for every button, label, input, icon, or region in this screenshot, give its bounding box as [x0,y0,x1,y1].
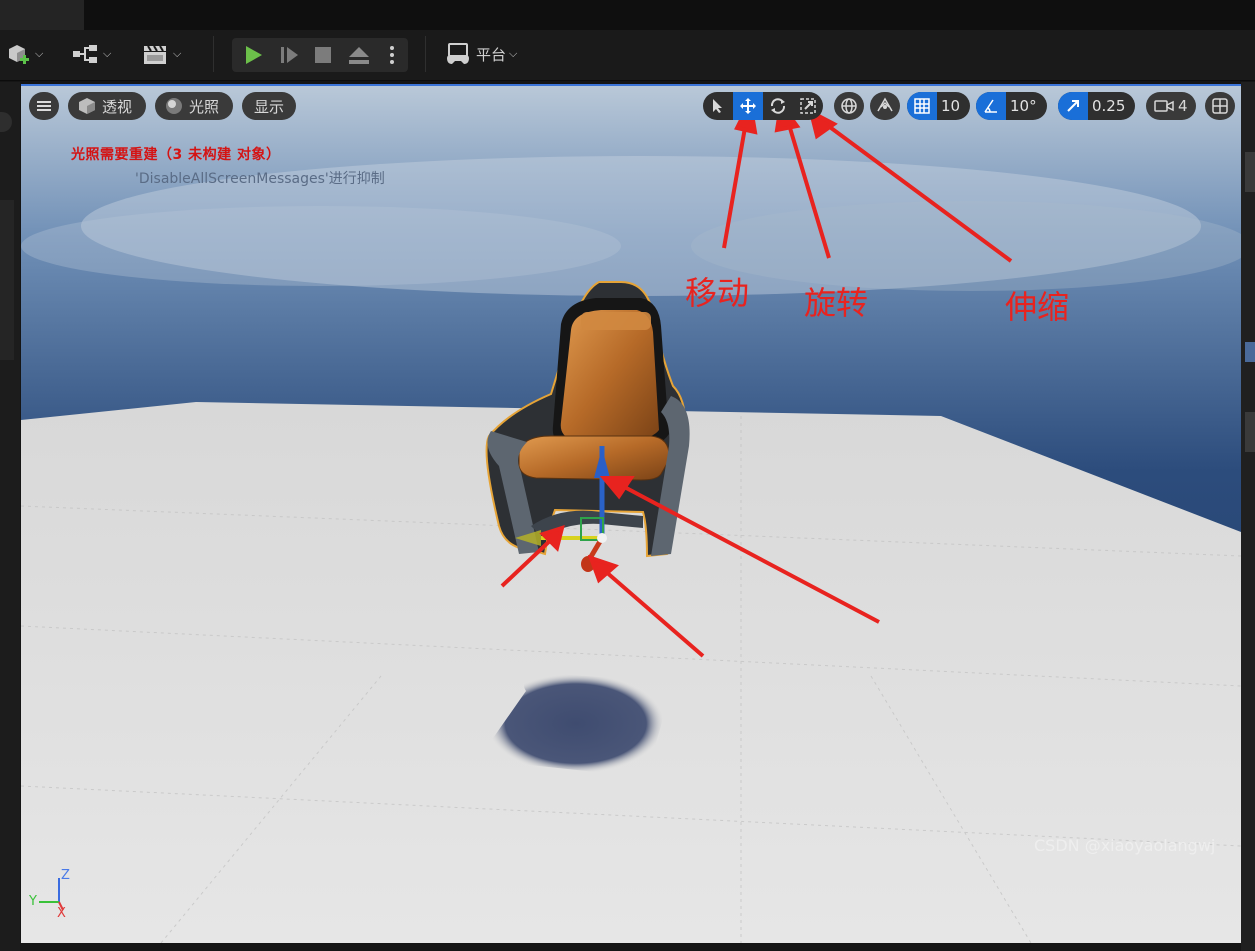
gamepad-monitor-icon [447,43,469,64]
advance-frame-icon [281,47,298,63]
scale-arrow-icon [1067,100,1079,112]
left-panel-edge [0,82,20,951]
lighting-rebuild-warning: 光照需要重建（3 未构建 对象） [71,147,281,163]
play-controls [232,38,408,72]
hamburger-icon [37,101,51,111]
view-mode-button[interactable]: 透视 [68,92,146,120]
play-button[interactable] [236,38,270,72]
right-panel-strip [1245,412,1255,452]
eject-button[interactable] [342,38,376,72]
show-flags-label: 显示 [253,97,284,116]
chevron-down-icon: ⌵ [35,47,44,60]
blueprint-icon [73,45,97,63]
globe-icon [841,98,857,114]
lit-sphere-icon [166,98,182,114]
suppress-message-hint: 'DisableAllScreenMessages'进行抑制 [135,171,385,187]
platforms-label: 平台 [476,45,507,64]
level-viewport[interactable]: 透视 光照 显示 10 10° 0.25 4 光照需要重建（3 未构建 对象） … [21,84,1241,943]
clapperboard-icon [144,45,166,64]
right-panel-edge [1241,82,1255,951]
viewport-menu-button[interactable] [29,92,59,120]
move-annotation: 移动 [685,274,750,312]
surface-snap-icon [877,97,893,112]
play-icon [246,46,262,64]
angle-icon [984,99,997,113]
scale-snap-toggle[interactable] [1058,92,1088,120]
level-tab[interactable] [0,0,84,30]
scene-render [21,86,1241,943]
scale-icon [800,98,816,114]
cube-icon [79,98,95,114]
rotate-tool-button[interactable] [763,92,793,120]
main-toolbar: ⌵ ⌵ ⌵ 平台 ⌵ [0,30,1255,81]
surface-snapping-button[interactable] [870,92,900,120]
eject-icon [349,47,369,64]
lighting-mode-button[interactable]: 光照 [155,92,233,120]
right-panel-marker [1245,342,1255,362]
advance-frame-button[interactable] [272,38,306,72]
camera-icon [1154,100,1174,112]
rotation-snap-value[interactable]: 10° [1006,97,1047,115]
stop-icon [315,47,331,63]
layout-grid-icon [1212,98,1228,114]
grid-icon [914,98,930,114]
move-tool-button[interactable] [733,92,763,120]
scale-snap-group[interactable]: 0.25 [1058,92,1136,120]
rotation-snap-group[interactable]: 10° [976,92,1047,120]
scale-snap-value[interactable]: 0.25 [1088,97,1135,115]
watermark: CSDN @xiaoyaolangwj [1034,836,1216,855]
grid-snap-group[interactable]: 10 [907,92,971,120]
transform-tools-group [703,92,823,120]
axis-y-label: Y [29,894,37,909]
title-strip [0,0,1255,30]
add-actor-button[interactable]: ⌵ [6,39,43,69]
scale-annotation: 伸缩 [1005,288,1070,326]
grid-snap-toggle[interactable] [907,92,937,120]
left-panel-strip [0,200,14,360]
rotation-snap-toggle[interactable] [976,92,1006,120]
toolbar-divider [425,36,426,72]
chevron-down-icon: ⌵ [173,47,182,60]
view-mode-label: 透视 [102,97,133,116]
stop-button[interactable] [306,38,340,72]
cinematics-button[interactable]: ⌵ [142,39,181,69]
select-tool-button[interactable] [703,92,733,120]
lighting-mode-label: 光照 [189,97,220,116]
rotate-icon [770,98,786,114]
show-flags-button[interactable]: 显示 [242,92,296,120]
coordinate-system-button[interactable] [834,92,864,120]
scale-tool-button[interactable] [793,92,823,120]
camera-speed-button[interactable]: 4 [1146,92,1196,120]
add-actor-icon [9,45,29,64]
axis-x-label: X [57,906,66,921]
chevron-down-icon: ⌵ [103,47,112,60]
more-vertical-icon [390,46,394,64]
viewport-layout-button[interactable] [1205,92,1235,120]
panel-collapse-handle[interactable] [0,112,12,132]
cursor-icon [713,99,722,113]
blueprint-button[interactable]: ⌵ [72,39,111,69]
move-arrows-icon [740,98,756,114]
axis-z-label: Z [61,868,70,883]
right-panel-strip [1245,152,1255,192]
grid-snap-value[interactable]: 10 [937,97,970,115]
chevron-down-icon: ⌵ [509,47,518,60]
rotate-annotation: 旋转 [804,284,869,322]
camera-speed-value: 4 [1178,97,1188,115]
play-options-button[interactable] [380,38,404,72]
platforms-button[interactable]: 平台 ⌵ [446,39,517,69]
toolbar-divider [213,36,214,72]
